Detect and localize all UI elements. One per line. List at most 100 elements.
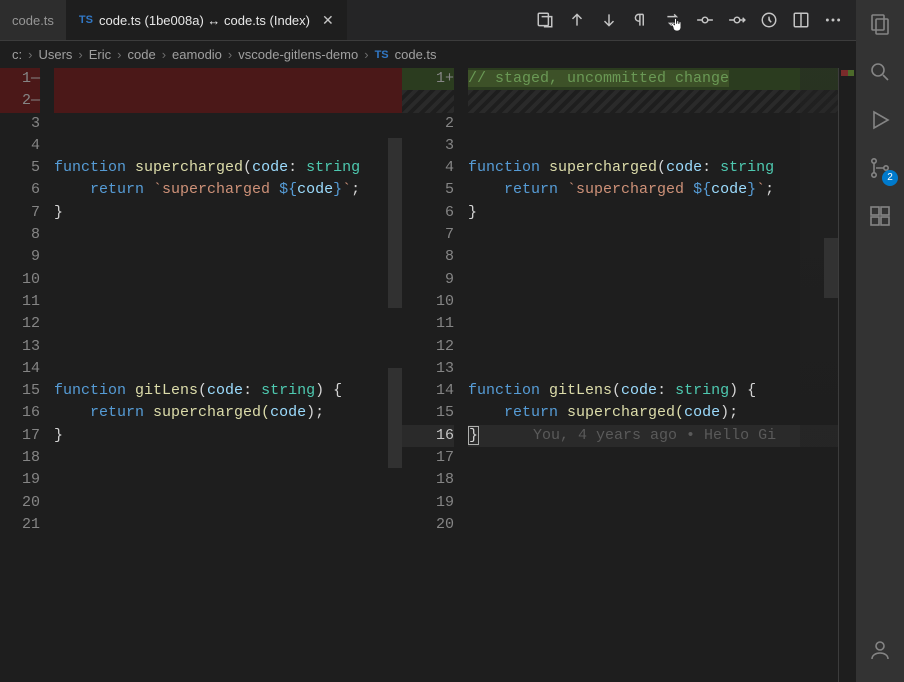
open-changes-icon[interactable] [536, 11, 554, 29]
code-line: return `supercharged ${code}`; [468, 179, 856, 201]
commit-alt-icon[interactable] [728, 11, 746, 29]
code-line [54, 224, 402, 246]
split-icon[interactable] [792, 11, 810, 29]
lineno: 6 [402, 202, 454, 224]
code-line: } You, 4 years ago • Hello Gi [468, 425, 856, 447]
close-icon[interactable]: ✕ [322, 12, 334, 29]
lineno: 17 [402, 447, 454, 469]
crumb[interactable]: Users [38, 47, 72, 62]
code-line [54, 447, 402, 469]
search-icon[interactable] [866, 58, 894, 86]
code-line: } [468, 202, 856, 224]
code-line [468, 358, 856, 380]
lineno: 15 [402, 402, 454, 424]
lineno: 4 [0, 135, 40, 157]
code-line [54, 336, 402, 358]
lineno: 11 [0, 291, 40, 313]
chevron-right-icon: › [364, 47, 368, 62]
code-line: return `supercharged ${code}`; [54, 179, 402, 201]
code-line: function supercharged(code: string [468, 157, 856, 179]
code-line [468, 492, 856, 514]
chevron-right-icon: › [228, 47, 232, 62]
lineno: 4 [402, 157, 454, 179]
more-icon[interactable] [824, 11, 842, 29]
lineno: 17 [0, 425, 40, 447]
code-lines[interactable]: // staged, uncommitted change function s… [468, 68, 856, 536]
lineno: 3 [402, 135, 454, 157]
tab-bar: code.ts TS code.ts (1be008a) ↔ code.ts (… [0, 0, 856, 40]
code-line [54, 269, 402, 291]
code-line: } [54, 202, 402, 224]
lineno: 3 [0, 113, 40, 135]
lineno: 1 [22, 70, 31, 87]
lineno [402, 90, 454, 112]
lineno: 19 [0, 469, 40, 491]
code-line [54, 135, 402, 157]
tab-active[interactable]: TS code.ts (1be008a) ↔ code.ts (Index) ✕ [67, 0, 347, 40]
lineno: 13 [402, 358, 454, 380]
line-gutter: 1— 2— 3 4 5 6 7 8 9 10 11 12 13 14 15 16… [0, 68, 54, 682]
code-line: // staged, uncommitted change [468, 68, 856, 90]
lineno: 18 [402, 469, 454, 491]
code-line [468, 246, 856, 268]
account-icon[interactable] [866, 636, 894, 664]
crumb-file[interactable]: code.ts [395, 47, 437, 62]
crumb[interactable]: c: [12, 47, 22, 62]
lineno: 9 [402, 269, 454, 291]
lineno: 8 [402, 246, 454, 268]
extensions-icon[interactable] [866, 202, 894, 230]
lineno: 2 [22, 92, 31, 109]
code-lines[interactable]: function supercharged(code: string retur… [54, 68, 402, 536]
arrow-down-icon[interactable] [600, 11, 618, 29]
pilcrow-icon[interactable] [632, 11, 650, 29]
code-line [54, 113, 402, 135]
code-line: } [54, 425, 402, 447]
lineno: 13 [0, 336, 40, 358]
commit-icon[interactable] [696, 11, 714, 29]
code-line [468, 336, 856, 358]
typescript-icon: TS [375, 49, 389, 61]
scrollbar-thumb[interactable] [388, 138, 402, 308]
lineno: 7 [0, 202, 40, 224]
code-line [468, 313, 856, 335]
diff-pane-modified[interactable]: 1+ 2 3 4 5 6 7 8 9 10 11 12 13 14 15 16 … [402, 68, 856, 682]
editor-toolbar [522, 0, 856, 40]
code-line [54, 313, 402, 335]
lineno: 14 [0, 358, 40, 380]
chevron-right-icon: › [28, 47, 32, 62]
run-icon[interactable] [866, 106, 894, 134]
overview-ruler[interactable] [838, 68, 856, 682]
code-line [468, 269, 856, 291]
lineno: 8 [0, 224, 40, 246]
history-icon[interactable] [760, 11, 778, 29]
crumb[interactable]: vscode-gitlens-demo [238, 47, 358, 62]
tab-label: code.ts (1be008a) ↔ code.ts (Index) [99, 13, 310, 28]
lineno: 12 [0, 313, 40, 335]
crumb[interactable]: code [128, 47, 156, 62]
tab-label: code.ts [12, 13, 54, 28]
crumb[interactable]: eamodio [172, 47, 222, 62]
code-line [468, 291, 856, 313]
lineno: 1 [436, 70, 445, 87]
crumb[interactable]: Eric [89, 47, 111, 62]
activity-bar: 2 [856, 0, 904, 682]
lineno: 18 [0, 447, 40, 469]
scrollbar-thumb[interactable] [388, 368, 402, 468]
code-line [468, 90, 856, 112]
scm-badge: 2 [882, 170, 898, 186]
diff-pane-original[interactable]: 1— 2— 3 4 5 6 7 8 9 10 11 12 13 14 15 16… [0, 68, 402, 682]
tab-inactive[interactable]: code.ts [0, 0, 67, 40]
scrollbar-thumb[interactable] [824, 238, 838, 298]
code-line [54, 246, 402, 268]
code-line [468, 224, 856, 246]
swap-icon[interactable] [664, 11, 682, 29]
code-line [468, 135, 856, 157]
code-line: function supercharged(code: string [54, 157, 402, 179]
breadcrumb[interactable]: c:› Users› Eric› code› eamodio› vscode-g… [0, 40, 856, 68]
arrow-up-icon[interactable] [568, 11, 586, 29]
lineno: 10 [0, 269, 40, 291]
lineno: 5 [402, 179, 454, 201]
source-control-icon[interactable]: 2 [866, 154, 894, 182]
explorer-icon[interactable] [866, 10, 894, 38]
lineno: 12 [402, 336, 454, 358]
